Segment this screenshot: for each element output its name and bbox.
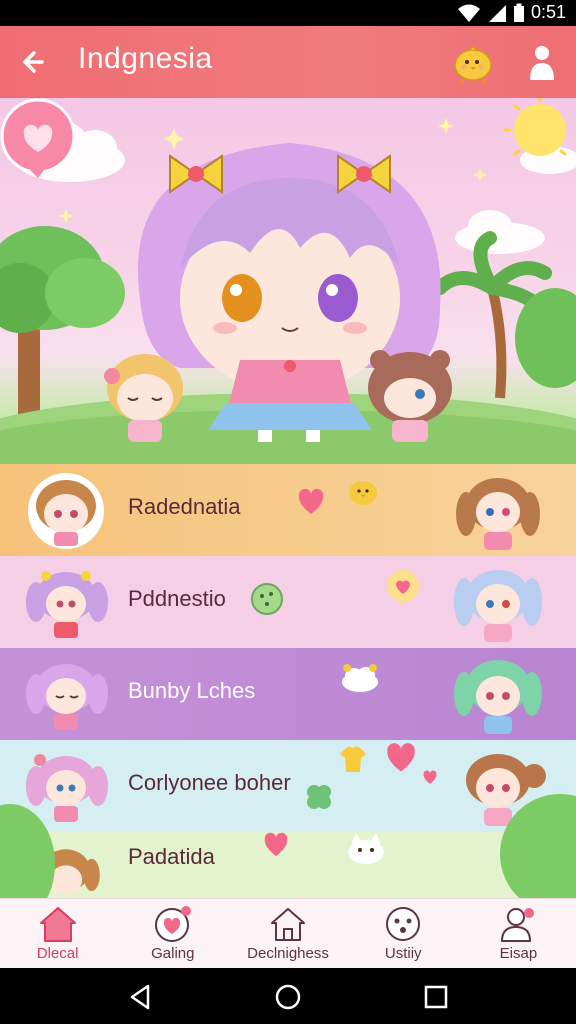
wifi-icon <box>457 4 480 22</box>
house-outline-icon <box>271 908 305 941</box>
face-icon <box>386 907 421 941</box>
status-icons: 0:51 <box>457 2 566 23</box>
nav-item-dlecal[interactable]: Dlecal <box>0 899 115 968</box>
heart-bubble-button[interactable] <box>0 98 78 180</box>
cloud-icon <box>342 664 378 692</box>
signal-icon <box>488 4 506 22</box>
list-item-label: Bunby Lches <box>128 678 256 703</box>
nav-label: Galing <box>151 945 195 962</box>
nav-label: Eisap <box>499 945 538 962</box>
tree-left <box>0 226 125 418</box>
system-nav-bar <box>0 968 576 1024</box>
avatar <box>454 660 542 734</box>
back-arrow-icon[interactable] <box>14 44 50 80</box>
heart-bubble-icon <box>387 570 419 606</box>
character-list: Radednatia Pddnestio Bunby Lches Corlyon… <box>0 464 576 898</box>
user-icon <box>501 908 535 942</box>
nav-label: Declnighess <box>247 945 329 962</box>
chick-icon <box>349 481 377 505</box>
nav-item-galing[interactable]: Galing <box>115 899 230 968</box>
home-circle-icon[interactable] <box>273 982 303 1012</box>
nav-item-eisap[interactable]: Eisap <box>461 899 576 968</box>
bushes-decoration <box>0 794 576 898</box>
profile-icon[interactable] <box>524 42 560 82</box>
avatar <box>28 473 104 549</box>
avatar <box>454 570 542 642</box>
sun-icon <box>503 98 567 156</box>
bottom-nav: Dlecal Galing Declnighess Ustiiy Eisap <box>0 898 576 968</box>
status-bar: 0:51 <box>0 0 576 26</box>
list-item[interactable]: Bunby Lches <box>0 648 576 740</box>
cookie-icon <box>251 583 283 615</box>
list-item-label: Pddnestio <box>128 586 226 611</box>
nav-label: Dlecal <box>36 945 79 962</box>
heart-icon <box>387 743 415 772</box>
avatar <box>26 571 108 638</box>
palm-tree <box>433 231 576 399</box>
list-item[interactable]: Radednatia <box>0 464 576 556</box>
home-icon <box>39 907 76 942</box>
battery-icon <box>513 3 524 22</box>
recents-square-icon[interactable] <box>421 982 451 1012</box>
hero-scene <box>0 98 576 464</box>
list-item-label: Radednatia <box>128 494 241 519</box>
chick-icon[interactable] <box>448 38 498 88</box>
list-item[interactable]: Pddnestio <box>0 556 576 648</box>
shirt-icon <box>340 746 366 772</box>
hero-illustration <box>0 98 576 464</box>
avatar <box>456 478 540 550</box>
heart-icon <box>298 488 324 514</box>
avatar <box>26 664 108 730</box>
back-triangle-icon[interactable] <box>126 982 156 1012</box>
heart-icon <box>154 906 191 942</box>
status-time: 0:51 <box>530 2 566 22</box>
page-title: Indgnesia <box>78 42 213 75</box>
app-bar: Indgnesia <box>0 26 576 98</box>
nav-item-declnighess[interactable]: Declnighess <box>230 899 345 968</box>
heart-icon <box>423 770 437 784</box>
nav-item-ustiiy[interactable]: Ustiiy <box>346 899 461 968</box>
nav-label: Ustiiy <box>384 945 422 962</box>
